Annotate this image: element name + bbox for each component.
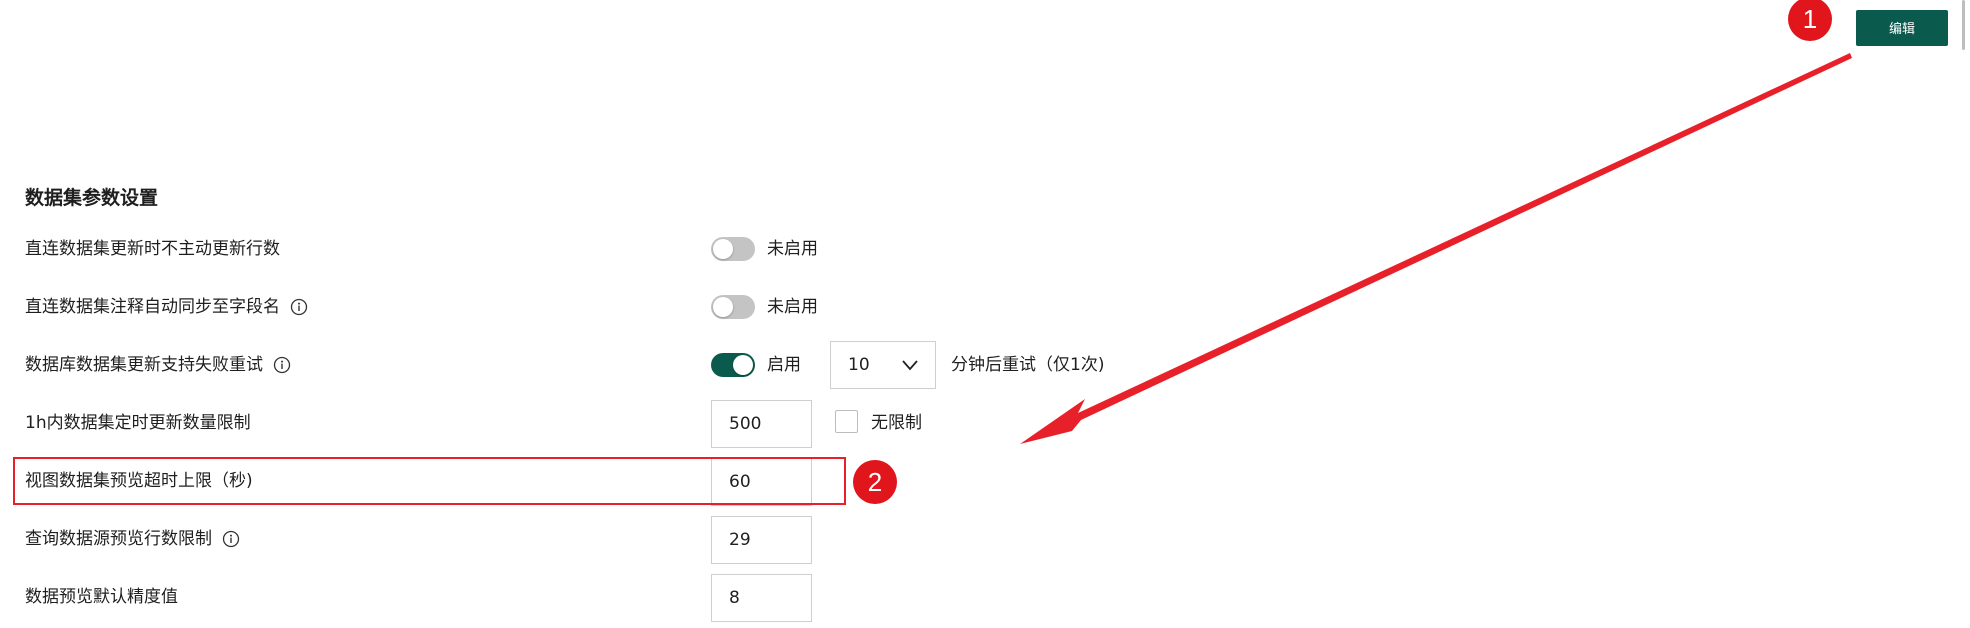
setting-label-text: 查询数据源预览行数限制 [25,529,212,549]
hourly-update-limit-input[interactable] [711,400,812,448]
toggle-knob [713,239,733,259]
annotation-highlight-box [13,457,846,505]
setting-label-query-preview-rows: 查询数据源预览行数限制 [25,525,240,553]
default-precision-input[interactable] [711,574,812,622]
setting-label-comment-sync: 直连数据集注释自动同步至字段名 [25,293,308,321]
setting-label-default-precision: 数据预览默认精度值 [25,583,178,611]
info-icon[interactable] [222,530,240,548]
toggle-retry-on-failure[interactable] [711,353,755,377]
setting-label-text: 直连数据集更新时不主动更新行数 [25,239,280,259]
toggle-knob [713,297,733,317]
retry-suffix-text: 分钟后重试（仅1次) [951,355,1105,375]
annotation-badge-2: 2 [853,460,897,504]
toggle-status-text: 未启用 [767,297,818,317]
retry-interval-select[interactable]: 10 [830,341,936,389]
setting-label-text: 1h内数据集定时更新数量限制 [25,413,251,433]
section-title: 数据集参数设置 [25,187,159,209]
toggle-direct-update-rows[interactable] [711,237,755,261]
setting-label-text: 数据预览默认精度值 [25,587,178,607]
toggle-status-text: 未启用 [767,239,818,259]
toggle-status-text: 启用 [767,355,801,375]
setting-label-direct-update-rows: 直连数据集更新时不主动更新行数 [25,235,280,263]
chevron-down-icon [902,360,918,371]
info-icon[interactable] [273,356,291,374]
query-preview-rows-input[interactable] [711,516,812,564]
unlimited-checkbox-label: 无限制 [871,413,922,433]
setting-label-text: 数据库数据集更新支持失败重试 [25,355,263,375]
retry-interval-value: 10 [848,355,870,375]
setting-label-retry-on-failure: 数据库数据集更新支持失败重试 [25,351,291,379]
info-icon[interactable] [290,298,308,316]
setting-label-text: 直连数据集注释自动同步至字段名 [25,297,280,317]
unlimited-checkbox[interactable] [835,410,858,433]
toggle-comment-sync[interactable] [711,295,755,319]
toggle-knob [733,355,753,375]
setting-label-hourly-update-limit: 1h内数据集定时更新数量限制 [25,409,251,437]
